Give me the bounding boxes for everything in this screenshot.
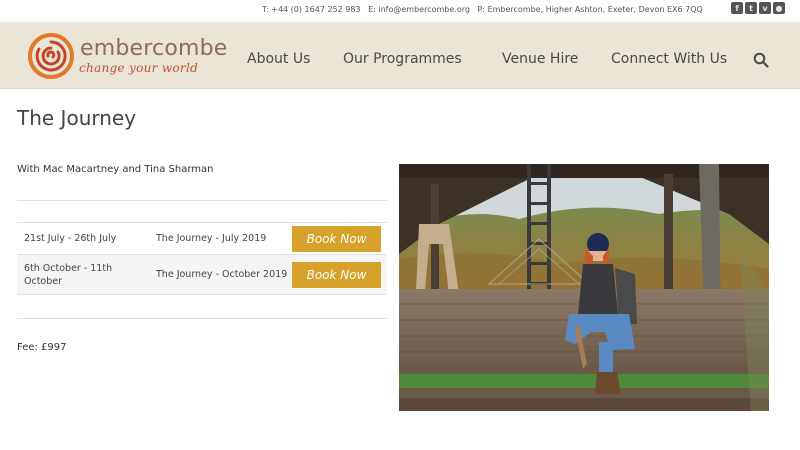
- book-now-button[interactable]: Book Now: [292, 225, 381, 252]
- programme-name: The Journey - July 2019: [150, 222, 290, 255]
- nav-venue-hire[interactable]: Venue Hire: [502, 51, 578, 67]
- programme-photo: [399, 164, 769, 411]
- social-links: f t v ●: [731, 2, 785, 14]
- facebook-icon[interactable]: f: [731, 2, 743, 14]
- nav-about-us[interactable]: About Us: [247, 51, 310, 67]
- contact-info: T: +44 (0) 1647 252 983 E: info@embercom…: [262, 5, 708, 14]
- search-icon[interactable]: [753, 52, 769, 68]
- logo-tagline: change your world: [79, 61, 199, 75]
- flickr-icon[interactable]: ●: [773, 2, 785, 14]
- spiral-logo-icon: [28, 33, 74, 79]
- contact-phone: T: +44 (0) 1647 252 983: [262, 5, 361, 14]
- contact-email[interactable]: E: info@embercombe.org: [368, 5, 470, 14]
- vimeo-icon[interactable]: v: [759, 2, 771, 14]
- twitter-icon[interactable]: t: [745, 2, 757, 14]
- page-title: The Journey: [17, 106, 137, 130]
- date-range: 6th October - 11th October: [17, 254, 150, 295]
- dates-table: 21st July - 26th July The Journey - July…: [17, 222, 387, 295]
- date-range: 21st July - 26th July: [17, 222, 150, 255]
- nav-our-programmes[interactable]: Our Programmes: [343, 51, 462, 67]
- table-row: 6th October - 11th October The Journey -…: [17, 254, 387, 295]
- nav-connect-with-us[interactable]: Connect With Us: [611, 51, 727, 67]
- table-row: 21st July - 26th July The Journey - July…: [17, 222, 387, 255]
- contact-address: P: Embercombe, Higher Ashton, Exeter, De…: [477, 5, 703, 14]
- logo-name: embercombe: [80, 36, 228, 61]
- facilitators-text: With Mac Macartney and Tina Sharman: [17, 164, 214, 175]
- site-logo[interactable]: embercombe change your world: [28, 33, 227, 79]
- divider: [17, 318, 387, 319]
- book-now-button[interactable]: Book Now: [292, 261, 381, 288]
- divider: [17, 200, 387, 201]
- fee-text: Fee: £997: [17, 342, 67, 353]
- programme-name: The Journey - October 2019: [150, 254, 290, 295]
